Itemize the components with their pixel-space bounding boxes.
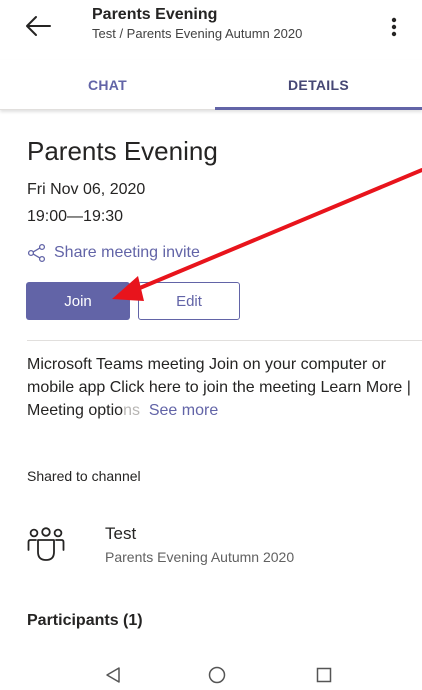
more-vertical-icon [391, 17, 397, 37]
square-recents-icon [316, 667, 332, 683]
shared-to-channel-label: Shared to channel [27, 468, 141, 484]
join-button[interactable]: Join [26, 282, 130, 320]
share-meeting-invite-link[interactable]: Share meeting invite [27, 243, 200, 263]
app-header: Parents Evening Test / Parents Evening A… [0, 0, 422, 56]
selected-tab-indicator [215, 107, 422, 110]
nav-back-button[interactable] [98, 660, 128, 690]
meeting-description: Microsoft Teams meeting Join on your com… [27, 353, 417, 422]
page-subtitle: Test / Parents Evening Autumn 2020 [92, 26, 303, 41]
nav-recents-button[interactable] [309, 660, 339, 690]
tab-chat[interactable]: CHAT [0, 60, 215, 110]
arrow-left-icon [26, 16, 51, 36]
share-icon [27, 243, 46, 263]
meeting-time: 19:00—19:30 [27, 208, 124, 225]
shared-channel-item[interactable]: Test Parents Evening Autumn 2020 [27, 522, 407, 572]
meeting-date: Fri Nov 06, 2020 [27, 181, 146, 198]
teams-meeting-details-screen: Parents Evening Test / Parents Evening A… [0, 0, 422, 690]
share-meeting-invite-label: Share meeting invite [54, 244, 200, 261]
nav-home-button[interactable] [202, 660, 232, 690]
channel-description: Parents Evening Autumn 2020 [105, 549, 295, 565]
tab-details[interactable]: DETAILS [215, 60, 422, 110]
page-title: Parents Evening [92, 6, 218, 23]
meeting-title: Parents Evening [27, 136, 218, 166]
tab-bar: CHAT DETAILS [0, 60, 422, 110]
meeting-description-text: Microsoft Teams meeting Join on your com… [27, 356, 411, 419]
back-button[interactable] [20, 8, 56, 44]
see-more-link[interactable]: See more [149, 402, 218, 419]
circle-home-icon [208, 666, 226, 684]
team-icon [27, 527, 65, 561]
more-options-button[interactable] [380, 10, 408, 44]
divider [27, 340, 422, 341]
meeting-description-faded: ns [123, 402, 140, 419]
edit-button[interactable]: Edit [138, 282, 240, 320]
participants-header[interactable]: Participants (1) [27, 612, 143, 630]
triangle-back-icon [106, 667, 120, 683]
system-navigation-bar [0, 660, 422, 690]
channel-name: Test [105, 524, 137, 543]
header-title-block: Parents Evening Test / Parents Evening A… [92, 5, 302, 43]
